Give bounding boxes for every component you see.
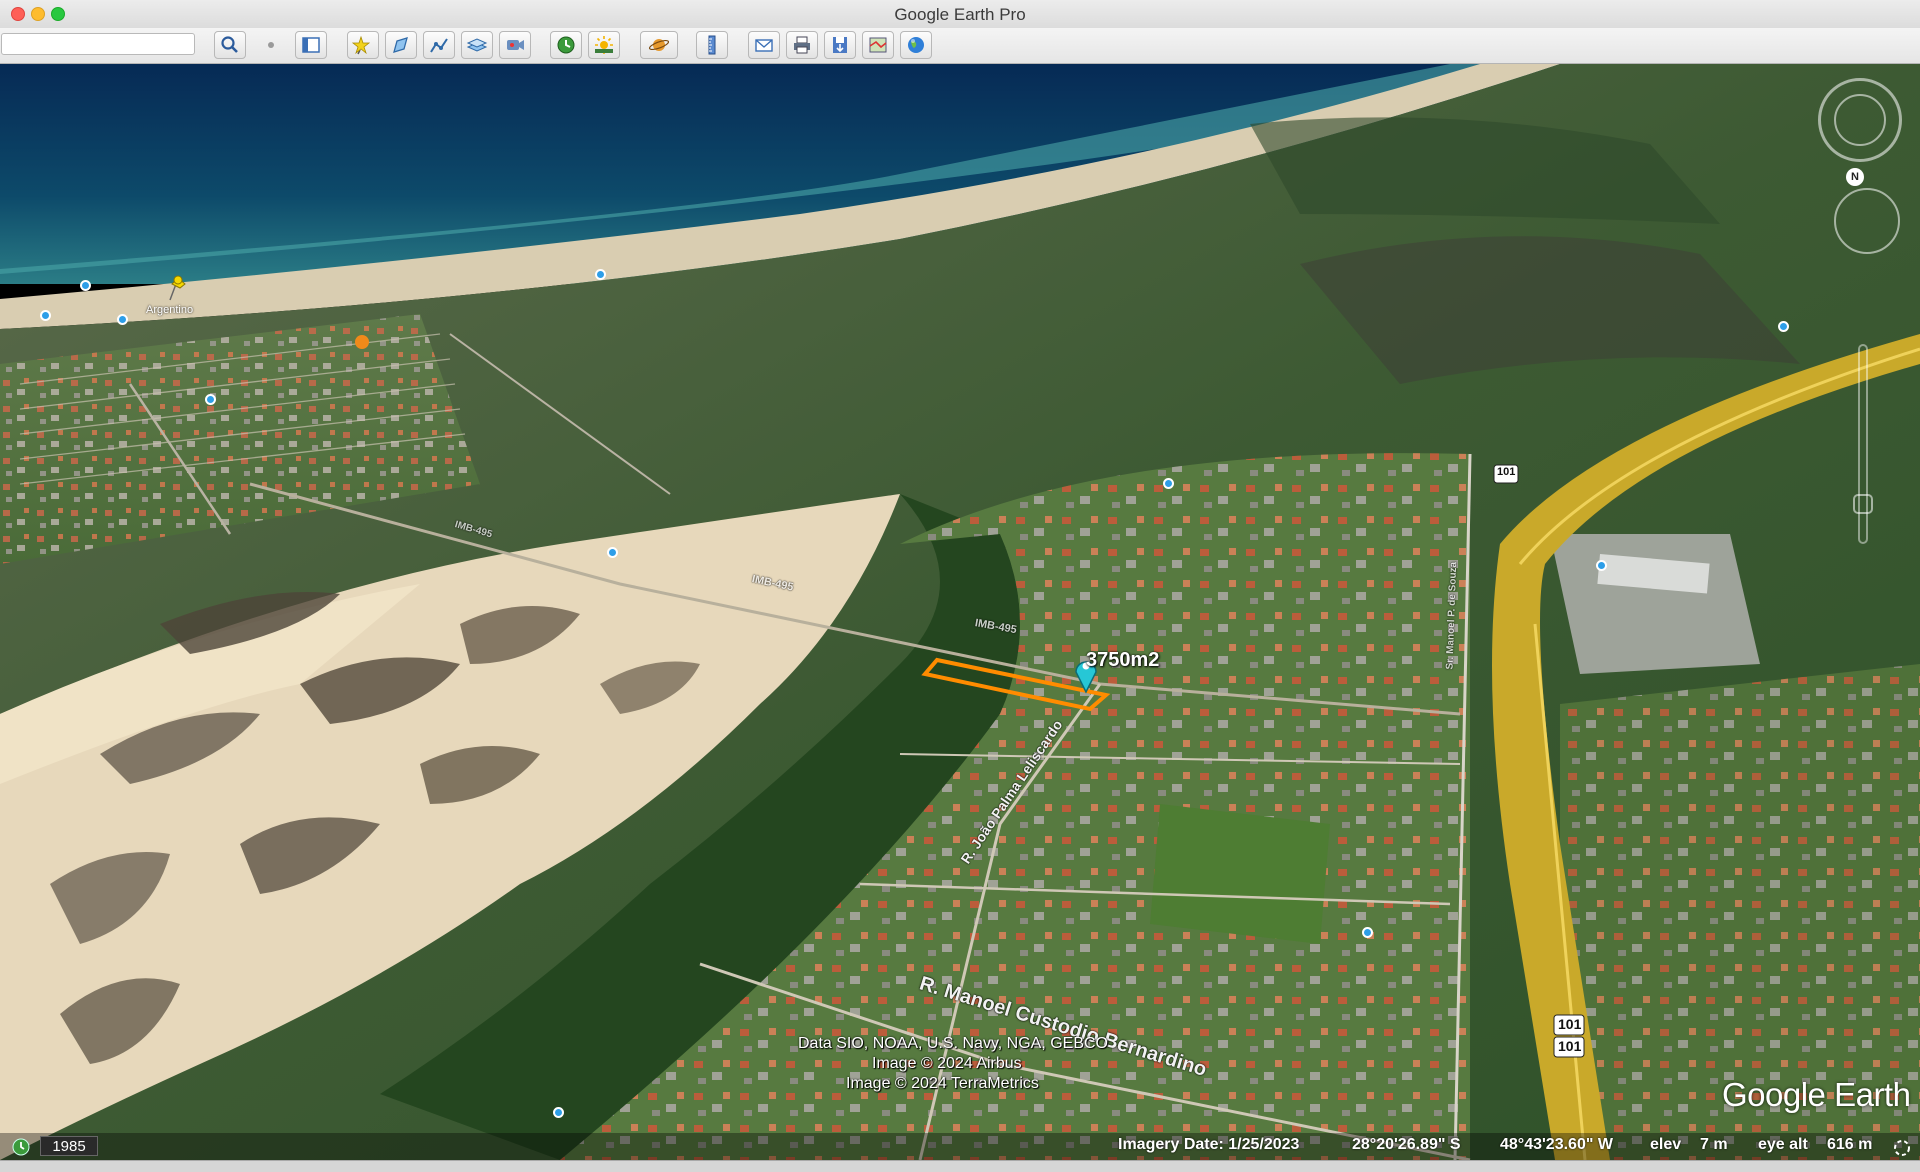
save-image-icon — [833, 37, 847, 53]
earth-button[interactable] — [900, 31, 932, 59]
placemark-dot[interactable] — [117, 314, 128, 325]
latitude: 28°20'26.89" S — [1352, 1136, 1461, 1153]
ruler-button[interactable] — [696, 31, 728, 59]
elevation-value: 7 m — [1700, 1136, 1728, 1153]
placemark-dot[interactable] — [1778, 321, 1789, 332]
zoom-slider-thumb[interactable] — [1853, 494, 1873, 514]
placemark-dot[interactable] — [80, 280, 91, 291]
window-title: Google Earth Pro — [894, 5, 1026, 24]
look-joystick-inner[interactable] — [1834, 94, 1886, 146]
email-icon — [755, 39, 773, 52]
switch-planet-icon — [648, 39, 670, 51]
record-tour-button[interactable] — [499, 31, 531, 59]
view-in-maps-icon — [869, 37, 887, 53]
attribution-line-3: Image © 2024 TerraMetrics — [846, 1075, 1039, 1092]
sunlight-icon — [595, 36, 613, 54]
sidebar-toggle-button[interactable] — [295, 31, 327, 59]
switch-planet-button[interactable] — [640, 31, 678, 59]
record-tour-icon — [507, 40, 524, 50]
map-viewport[interactable]: Argentino 3750m2 R. Manoel Custodio Bern… — [0, 64, 1920, 1160]
placemark-dot[interactable] — [607, 547, 618, 558]
lot-area-label: 3750m2 — [1086, 649, 1160, 671]
window-bottom-edge — [0, 1160, 1920, 1172]
compass-north-button[interactable]: N — [1846, 168, 1864, 186]
save-image-button[interactable] — [824, 31, 856, 59]
placemark-dot[interactable] — [1163, 478, 1174, 489]
print-icon — [794, 36, 810, 54]
placemark-dot[interactable] — [553, 1107, 564, 1118]
search-button[interactable] — [214, 31, 246, 59]
search-input[interactable] — [1, 33, 195, 55]
orange-marker — [355, 335, 369, 349]
sunlight-button[interactable] — [588, 31, 620, 59]
imagery-date: Imagery Date: 1/25/2023 — [1118, 1136, 1300, 1153]
placemark-dot[interactable] — [205, 394, 216, 405]
add-placemark-icon — [352, 35, 371, 55]
email-button[interactable] — [748, 31, 780, 59]
add-polygon-button[interactable] — [385, 31, 417, 59]
add-image-overlay-icon — [466, 38, 488, 52]
placemark-dot[interactable] — [595, 269, 606, 280]
placemark-dot[interactable] — [1362, 927, 1373, 938]
zoom-slider-track[interactable] — [1858, 344, 1868, 544]
placemark-dot[interactable] — [40, 310, 51, 321]
longitude: 48°43'23.60" W — [1500, 1136, 1613, 1153]
streaming-progress-icon — [1894, 1140, 1910, 1156]
placemark-dot[interactable] — [1596, 560, 1607, 571]
elevation-label: elev — [1650, 1136, 1682, 1153]
eye-altitude-label: eye alt — [1758, 1136, 1808, 1153]
title-bar: Google Earth Pro — [0, 0, 1920, 29]
attribution-line-2: Image © 2024 Airbus — [872, 1055, 1022, 1072]
add-image-overlay-button[interactable] — [461, 31, 493, 59]
highway-shield-label-3: 101 — [1558, 1038, 1582, 1054]
sidebar-toggle-icon — [302, 37, 320, 53]
print-button[interactable] — [786, 31, 818, 59]
add-placemark-button[interactable] — [347, 31, 379, 59]
earth-icon — [908, 37, 924, 53]
separator-dot — [268, 42, 274, 48]
historical-clock-icon[interactable] — [10, 1137, 32, 1157]
view-in-maps-button[interactable] — [862, 31, 894, 59]
search-icon — [221, 36, 238, 53]
add-path-button[interactable] — [423, 31, 455, 59]
add-polygon-icon — [393, 37, 408, 53]
move-joystick[interactable] — [1834, 188, 1900, 254]
highway-shield-label-2: 101 — [1558, 1016, 1582, 1032]
historical-imagery-button[interactable] — [550, 31, 582, 59]
imagery-attribution: Data SIO, NOAA, U.S. Navy, NGA, GEBCO Im… — [798, 1034, 1108, 1094]
attribution-line-1: Data SIO, NOAA, U.S. Navy, NGA, GEBCO — [798, 1035, 1108, 1052]
add-path-icon — [430, 38, 448, 53]
historical-imagery-icon — [557, 36, 575, 54]
historical-year-box[interactable]: 1985 — [40, 1136, 98, 1156]
status-bar — [0, 1133, 1920, 1160]
placemark-label: Argentino — [146, 304, 194, 316]
toolbar — [0, 28, 1920, 64]
google-earth-logo: Google Earth — [1722, 1076, 1911, 1113]
ruler-icon — [708, 35, 716, 55]
highway-shield-label-1: 101 — [1497, 466, 1516, 478]
eye-altitude-value: 616 m — [1827, 1136, 1873, 1153]
